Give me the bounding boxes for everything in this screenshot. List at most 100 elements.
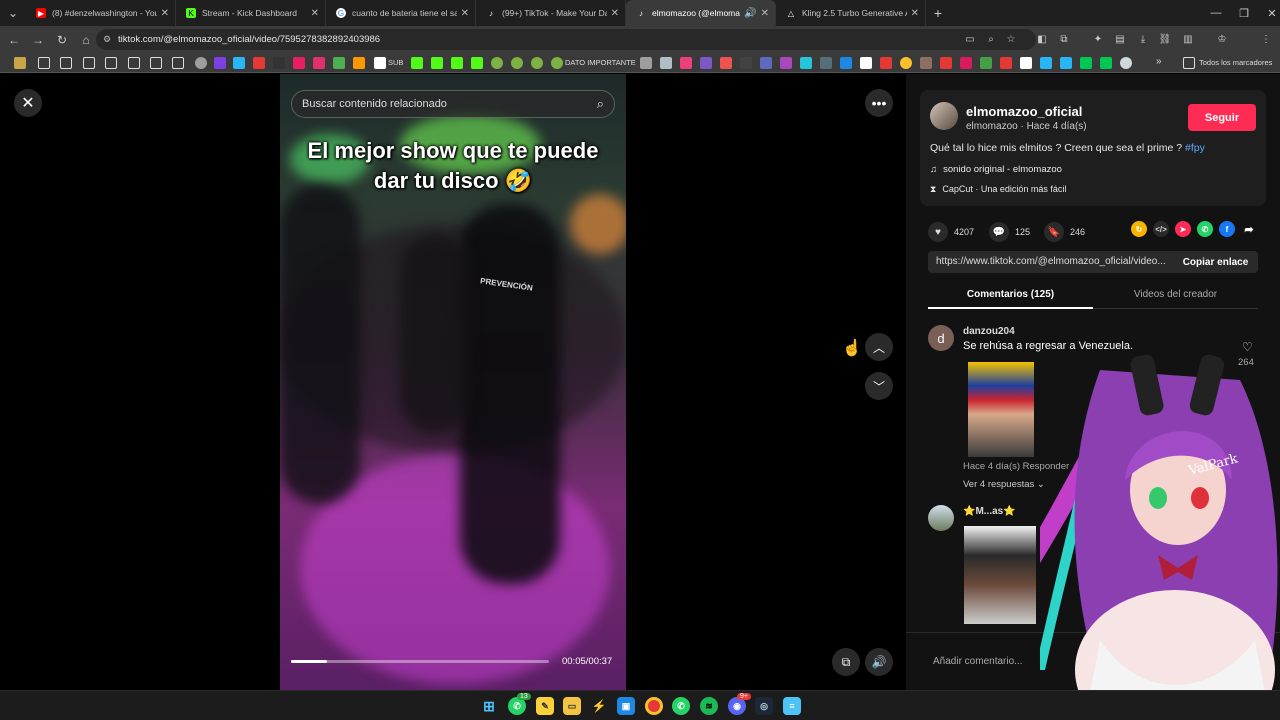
window-close-button[interactable]: ✕: [1252, 0, 1280, 26]
bookmark-site-icon[interactable]: [1060, 57, 1072, 69]
all-bookmarks[interactable]: Todos los marcadores: [1199, 58, 1272, 67]
whatsapp-web-icon[interactable]: ✆: [672, 697, 690, 715]
comment-author[interactable]: ⭐M...as⭐: [963, 506, 1016, 517]
zoom-icon[interactable]: ⌕: [983, 31, 999, 47]
kick-icon[interactable]: [471, 57, 483, 69]
creator-username[interactable]: elmomazoo_oficial: [966, 104, 1082, 119]
bookmark-site-icon[interactable]: [860, 57, 872, 69]
bookmark-star-icon[interactable]: ☆: [1003, 31, 1019, 47]
new-tab-button[interactable]: +: [926, 1, 950, 25]
speaker-icon[interactable]: 🔊: [744, 8, 756, 19]
browser-tab-tiktok[interactable]: ♪ (99+) TikTok - Make Your Day ✕: [476, 0, 626, 26]
view-replies-button[interactable]: Ver 4 respuestas ⌄: [963, 479, 1045, 490]
bookmark-site-icon[interactable]: [491, 57, 503, 69]
tab-close-icon[interactable]: ✕: [311, 8, 319, 19]
bookmark-folder-icon[interactable]: [60, 57, 72, 69]
bookmark-site-icon[interactable]: [800, 57, 812, 69]
embed-icon[interactable]: </>: [1153, 221, 1169, 237]
previous-video-button[interactable]: ︿: [865, 333, 893, 361]
puzzle-icon[interactable]: ⧉: [1056, 31, 1072, 47]
file-explorer-icon[interactable]: ▭: [563, 697, 581, 715]
hashtag-link[interactable]: #fpy: [1185, 142, 1205, 154]
comment-image[interactable]: [964, 526, 1036, 624]
link-icon[interactable]: ⛓: [1157, 31, 1173, 47]
video-progress-bar[interactable]: [291, 660, 549, 663]
bookmark-sub[interactable]: SUB: [388, 58, 403, 67]
bookmark-site-icon[interactable]: [940, 57, 952, 69]
kick-icon[interactable]: [431, 57, 443, 69]
bookmark-site-icon[interactable]: [980, 57, 992, 69]
bookmark-site-icon[interactable]: [680, 57, 692, 69]
comment-icon[interactable]: 💬: [989, 222, 1009, 242]
wallet-icon[interactable]: ▤: [1112, 31, 1128, 47]
follow-button[interactable]: Seguir: [1188, 104, 1256, 131]
comment-stat[interactable]: 💬 125: [989, 222, 1030, 242]
sticky-notes-icon[interactable]: ✎: [536, 697, 554, 715]
volume-button[interactable]: 🔊: [865, 648, 893, 676]
whatsapp-icon[interactable]: ✆: [1197, 221, 1213, 237]
tab-close-icon[interactable]: ✕: [161, 8, 169, 19]
capcut-link[interactable]: ⧗ CapCut · Una edición más fácil: [930, 184, 1066, 195]
kick-icon[interactable]: [411, 57, 423, 69]
copy-link-button[interactable]: Copiar enlace: [1173, 251, 1258, 273]
repost-icon[interactable]: ↻: [1131, 221, 1147, 237]
browser-tab-kick[interactable]: K Stream - Kick Dashboard ✕: [176, 0, 326, 26]
comment-image[interactable]: [968, 362, 1034, 457]
menu-icon[interactable]: ⋮: [1258, 31, 1274, 47]
close-video-button[interactable]: ✕: [14, 89, 42, 117]
bookmark-site-icon[interactable]: [374, 57, 386, 69]
more-options-button[interactable]: •••: [865, 89, 893, 117]
bookmark-site-icon[interactable]: [640, 57, 652, 69]
bookmark-site-icon[interactable]: [511, 57, 523, 69]
bookmark-site-icon[interactable]: [700, 57, 712, 69]
bookmark-site-icon[interactable]: [333, 57, 345, 69]
bookmark-site-icon[interactable]: [313, 57, 325, 69]
search-icon[interactable]: ⌕: [597, 96, 604, 112]
photos-icon[interactable]: ▣: [617, 697, 635, 715]
like-stat[interactable]: ♥ 4207: [928, 222, 974, 242]
add-comment-input[interactable]: Añadir comentario...: [933, 656, 1023, 667]
kick-icon[interactable]: [451, 57, 463, 69]
bookmark-folder-icon[interactable]: [128, 57, 140, 69]
send-icon[interactable]: ➤: [1175, 221, 1191, 237]
facebook-icon[interactable]: f: [1219, 221, 1235, 237]
bookmark-folder-icon[interactable]: [83, 57, 95, 69]
bookmark-site-icon[interactable]: [531, 57, 543, 69]
bookmark-site-icon[interactable]: [1080, 57, 1092, 69]
bookmark-site-icon[interactable]: [760, 57, 772, 69]
bookmark-site-icon[interactable]: [1020, 57, 1032, 69]
steam-icon[interactable]: ◎: [755, 697, 773, 715]
next-video-button[interactable]: ﹀: [865, 372, 893, 400]
bookmark-folder-icon[interactable]: [14, 57, 26, 69]
windows-start-icon[interactable]: ⊞: [480, 697, 498, 715]
share-link-text[interactable]: https://www.tiktok.com/@elmomazoo_oficia…: [936, 256, 1168, 267]
bookmark-site-icon[interactable]: [720, 57, 732, 69]
tab-creator-videos[interactable]: Videos del creador: [1093, 284, 1258, 309]
bookmark-site-icon[interactable]: [880, 57, 892, 69]
sidebar-icon[interactable]: ▥: [1180, 31, 1196, 47]
avatar[interactable]: [930, 102, 958, 130]
bookmark-site-icon[interactable]: [233, 57, 245, 69]
browser-tab-kling[interactable]: △ Kling 2.5 Turbo Generative AI M ✕: [776, 0, 926, 26]
bookmark-site-icon[interactable]: [1040, 57, 1052, 69]
site-info-icon[interactable]: ⚙: [103, 34, 111, 45]
reload-button[interactable]: ↻: [50, 28, 74, 52]
browser-tab-google[interactable]: G cuanto de bateria tiene el samsung ✕: [326, 0, 476, 26]
spotify-icon[interactable]: ≋: [700, 697, 718, 715]
back-button[interactable]: ←: [2, 28, 26, 52]
tab-close-icon[interactable]: ✕: [761, 8, 769, 19]
avatar[interactable]: [928, 505, 954, 531]
heart-icon[interactable]: ♥: [928, 222, 948, 242]
bookmark-site-icon[interactable]: [253, 57, 265, 69]
download-icon[interactable]: ⤓: [1135, 31, 1151, 47]
bookmark-folder-icon[interactable]: [105, 57, 117, 69]
bookmark-site-icon[interactable]: [960, 57, 972, 69]
bookmark-icon[interactable]: 🔖: [1044, 222, 1064, 242]
bookmark-site-icon[interactable]: [1100, 57, 1112, 69]
home-button[interactable]: ⌂: [74, 28, 98, 52]
video-player[interactable]: PREVENCIÓN Buscar contenido relacionado …: [280, 74, 626, 690]
bookmark-site-icon[interactable]: [660, 57, 672, 69]
bookmark-site-icon[interactable]: [900, 57, 912, 69]
bookmark-site-icon[interactable]: [780, 57, 792, 69]
bookmark-site-icon[interactable]: [1000, 57, 1012, 69]
